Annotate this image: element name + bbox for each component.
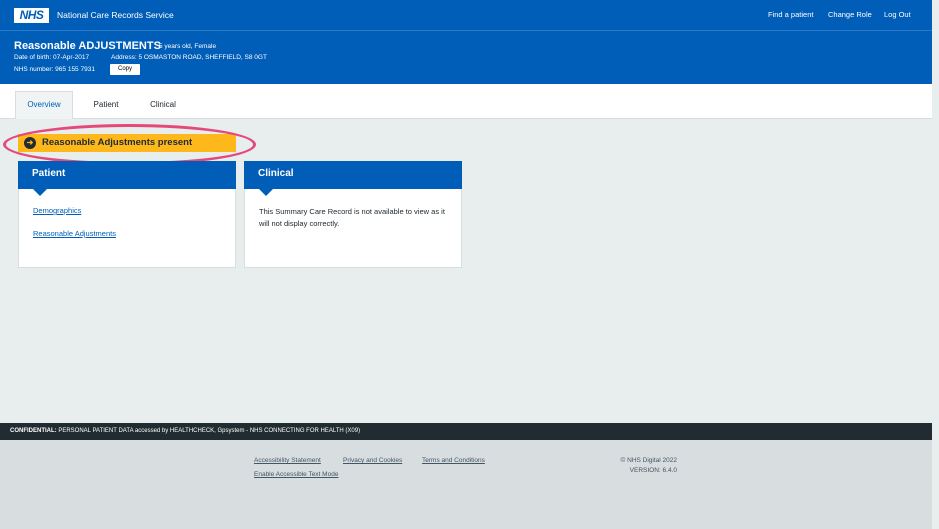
clinical-card: Clinical This Summary Care Record is not… (244, 161, 462, 268)
tab-clinical[interactable]: Clinical (140, 91, 186, 119)
clinical-unavailable-message: This Summary Care Record is not availabl… (259, 207, 445, 228)
accessibility-statement-link[interactable]: Accessibility Statement (254, 457, 321, 464)
patient-dob: Date of birth: 07-Apr-2017 (14, 54, 90, 61)
patient-banner: Reasonable ADJUSTMENTS 5 years old, Fema… (0, 31, 932, 84)
patient-card-title: Patient (18, 161, 236, 196)
patient-nhs-number: NHS number: 965 155 7931 (14, 66, 95, 73)
patient-name: Reasonable ADJUSTMENTS (14, 40, 161, 52)
version: VERSION: 6.4.0 (629, 467, 677, 474)
confidential-label: CONFIDENTIAL: (10, 428, 57, 434)
top-navigation-bar: NHS National Care Records Service Find a… (0, 0, 932, 31)
accessible-text-mode-link[interactable]: Enable Accessible Text Mode (254, 471, 338, 478)
change-role-link[interactable]: Change Role (828, 10, 872, 19)
patient-age-gender: 5 years old, Female (159, 43, 217, 50)
clinical-card-title: Clinical (244, 161, 462, 196)
patient-address: Address: 5 OSMASTON ROAD, SHEFFIELD, S8 … (111, 54, 267, 61)
log-out-link[interactable]: Log Out (884, 10, 911, 19)
nhs-logo[interactable]: NHS (14, 8, 49, 23)
tab-overview[interactable]: Overview (15, 91, 73, 119)
confidential-text: PERSONAL PATIENT DATA accessed by HEALTH… (58, 428, 361, 434)
patient-card: Patient Demographics Reasonable Adjustme… (18, 161, 236, 268)
find-patient-link[interactable]: Find a patient (768, 10, 813, 19)
confidential-banner: CONFIDENTIAL: PERSONAL PATIENT DATA acce… (0, 423, 932, 440)
terms-conditions-link[interactable]: Terms and Conditions (422, 457, 485, 464)
copyright: © NHS Digital 2022 (620, 457, 677, 464)
privacy-cookies-link[interactable]: Privacy and Cookies (343, 457, 402, 464)
copy-nhs-number-button[interactable]: Copy (110, 64, 140, 75)
demographics-link[interactable]: Demographics (33, 206, 81, 215)
tabs-bar: Overview Patient Clinical (0, 84, 932, 119)
service-name: National Care Records Service (57, 10, 174, 20)
reasonable-adjustments-link[interactable]: Reasonable Adjustments (33, 229, 116, 238)
tab-patient[interactable]: Patient (84, 91, 128, 119)
footer: Accessibility Statement Privacy and Cook… (0, 440, 932, 529)
highlight-annotation-ring (3, 124, 256, 165)
